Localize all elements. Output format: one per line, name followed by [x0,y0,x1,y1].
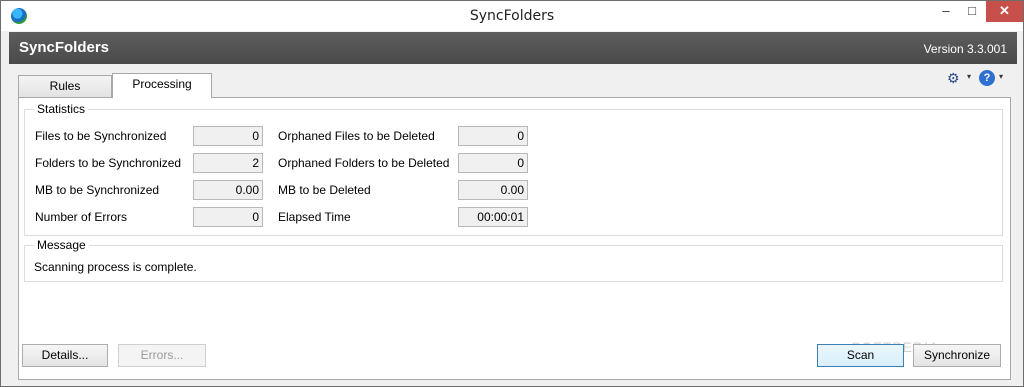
orphaned-folders-value: 0 [458,153,528,173]
scan-button[interactable]: Scan [817,344,904,367]
title-bar: SyncFolders – □ ✕ [1,1,1023,31]
help-icon[interactable]: ? [979,70,995,86]
tab-processing[interactable]: Processing [112,73,212,98]
statistics-group: Statistics Files to be Synchronized 0 Fo… [24,102,1003,236]
gear-icon[interactable]: ⚙ [947,69,960,87]
message-group: Message Scanning process is complete. [24,238,1003,282]
folders-to-sync-value: 2 [193,153,263,173]
synchronize-button[interactable]: Synchronize [913,344,1001,367]
mb-to-sync-label: MB to be Synchronized [35,183,160,197]
orphaned-files-label: Orphaned Files to be Deleted [278,129,435,143]
folders-to-sync-label: Folders to be Synchronized [35,156,182,170]
orphaned-folders-label: Orphaned Folders to be Deleted [278,156,450,170]
mb-to-sync-value: 0.00 [193,180,263,200]
window-title: SyncFolders [469,8,555,24]
statistics-title: Statistics [34,102,89,116]
version-label: Version 3.3.001 [923,42,1007,56]
files-to-sync-value: 0 [193,126,263,146]
number-of-errors-value: 0 [193,207,263,227]
details-button[interactable]: Details... [22,344,108,367]
orphaned-files-value: 0 [458,126,528,146]
close-button[interactable]: ✕ [986,1,1023,22]
app-header: SyncFolders Version 3.3.001 [9,32,1017,64]
syncfolders-window: SyncFolders – □ ✕ SyncFolders Version 3.… [0,0,1024,387]
mb-to-delete-label: MB to be Deleted [278,183,371,197]
elapsed-time-value: 00:00:01 [458,207,528,227]
message-title: Message [34,238,89,252]
tab-rules[interactable]: Rules [18,75,112,97]
mb-to-delete-value: 0.00 [458,180,528,200]
number-of-errors-label: Number of Errors [35,210,128,224]
elapsed-time-label: Elapsed Time [278,210,351,224]
minimize-button[interactable]: – [933,1,959,22]
message-text: Scanning process is complete. [34,260,197,274]
processing-panel: Statistics Files to be Synchronized 0 Fo… [18,97,1011,380]
maximize-button[interactable]: □ [959,1,985,22]
files-to-sync-label: Files to be Synchronized [35,129,167,143]
errors-button[interactable]: Errors... [118,344,206,367]
app-name: SyncFolders [19,39,110,56]
help-dropdown-chevron-icon[interactable]: ▾ [999,72,1003,81]
settings-dropdown-chevron-icon[interactable]: ▾ [967,72,971,81]
